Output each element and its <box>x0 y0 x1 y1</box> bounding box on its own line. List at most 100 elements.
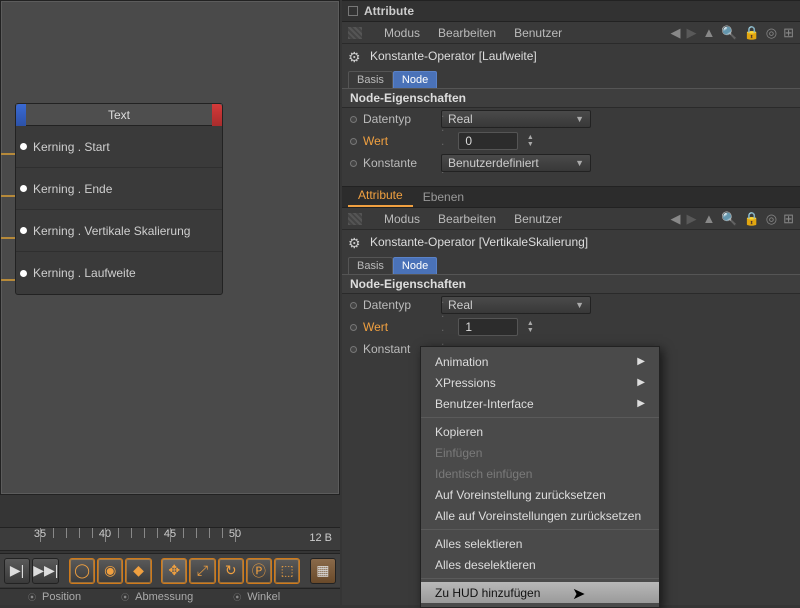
xpresso-viewport[interactable]: Text Kerning . Start Kerning . Ende Kern… <box>0 0 340 495</box>
submenu-arrow-icon: ▶ <box>637 377 645 388</box>
menu-benutzer[interactable]: Benutzer <box>514 212 562 226</box>
tab-ebenen[interactable]: Ebenen <box>413 187 474 207</box>
panel2-object-name: Konstante-Operator [VertikaleSkalierung] <box>370 235 588 249</box>
scale-key-button[interactable]: ⤢ <box>189 558 215 584</box>
lock-icon[interactable]: 🔒 <box>744 211 760 227</box>
chevron-down-icon: ▼ <box>575 158 584 168</box>
port-icon[interactable] <box>20 143 27 150</box>
ctx-reset-default[interactable]: Auf Voreinstellung zurücksetzen <box>421 484 659 505</box>
up-icon[interactable]: ▲ <box>703 25 716 40</box>
tab-node[interactable]: Node <box>393 257 437 274</box>
anim-dot-icon[interactable] <box>350 138 357 145</box>
tab-basis[interactable]: Basis <box>348 71 393 88</box>
target-icon[interactable]: ◎ <box>766 211 777 227</box>
panel1-header[interactable]: Attribute <box>342 0 800 22</box>
move-key-button[interactable]: ✥ <box>161 558 187 584</box>
datentyp-select[interactable]: Real▼ <box>441 296 591 314</box>
ctx-deselect-all[interactable]: Alles deselektieren <box>421 554 659 575</box>
context-menu[interactable]: Animation▶ XPressions▶ Benutzer-Interfac… <box>420 346 660 608</box>
prop-datentyp: Datentyp Real▼ <box>342 108 800 130</box>
prop-label: Datentyp <box>363 298 435 312</box>
stepper-icon[interactable]: ▲▼ <box>524 134 536 148</box>
konstante-select[interactable]: Benutzerdefiniert▼ <box>441 154 591 172</box>
menu-bearbeiten[interactable]: Bearbeiten <box>438 26 496 40</box>
ctx-select-all[interactable]: Alles selektieren <box>421 533 659 554</box>
panel1-object-row: ⚙ Konstante-Operator [Laufweite] <box>342 44 800 68</box>
param-key-button[interactable]: Ⓟ <box>246 558 272 584</box>
ruler-info: 12 B <box>309 532 332 544</box>
ctx-reset-all[interactable]: Alle auf Voreinstellungen zurücksetzen <box>421 505 659 526</box>
lock-icon[interactable]: 🔒 <box>744 25 760 41</box>
new-icon[interactable]: ⊞ <box>783 211 794 227</box>
grip-icon[interactable] <box>348 27 362 39</box>
port-icon[interactable] <box>20 185 27 192</box>
forward-icon[interactable]: ▶ <box>687 25 697 41</box>
wert-input[interactable]: 1 <box>458 318 518 336</box>
panel1-title: Attribute <box>364 4 414 18</box>
node-handle-left[interactable] <box>16 104 26 126</box>
node-port-kerning-ende[interactable]: Kerning . Ende <box>16 168 222 210</box>
keyframe-button[interactable]: ◆ <box>125 558 151 584</box>
anim-dot-icon[interactable] <box>350 116 357 123</box>
tab-basis[interactable]: Basis <box>348 257 393 274</box>
prop-datentyp-2: Datentyp Real▼ <box>342 294 800 316</box>
anim-dot-icon[interactable] <box>350 346 357 353</box>
node-titlebar[interactable]: Text <box>16 104 222 126</box>
submenu-arrow-icon: ▶ <box>637 356 645 367</box>
ctx-separator <box>421 417 659 418</box>
new-icon[interactable]: ⊞ <box>783 25 794 41</box>
render-button[interactable]: ▦ <box>310 558 336 584</box>
node-handle-right[interactable] <box>212 104 222 126</box>
panel2-inner-tabs: Basis Node <box>342 254 800 274</box>
goto-end-button[interactable]: ▶▶| <box>32 558 59 584</box>
ctx-separator <box>421 529 659 530</box>
node-port-kerning-laufweite[interactable]: Kerning . Laufweite <box>16 252 222 294</box>
prop-label: Konstante <box>363 156 435 170</box>
ctx-copy[interactable]: Kopieren <box>421 421 659 442</box>
up-icon[interactable]: ▲ <box>703 211 716 226</box>
ctx-add-to-hud[interactable]: Zu HUD hinzufügen <box>421 582 659 603</box>
back-icon[interactable]: ◀ <box>671 25 681 41</box>
chevron-down-icon: ▼ <box>575 300 584 310</box>
datentyp-select[interactable]: Real▼ <box>441 110 591 128</box>
port-icon[interactable] <box>20 270 27 277</box>
ctx-user-interface[interactable]: Benutzer-Interface▶ <box>421 393 659 414</box>
forward-icon[interactable]: ▶ <box>687 211 697 227</box>
tab-attribute[interactable]: Attribute <box>348 185 413 207</box>
gear-icon: ⚙ <box>348 235 362 249</box>
anim-dot-icon[interactable] <box>350 302 357 309</box>
pla-key-button[interactable]: ⬚ <box>274 558 300 584</box>
record-button[interactable]: ◯ <box>69 558 95 584</box>
menu-modus[interactable]: Modus <box>384 212 420 226</box>
ctx-paste: Einfügen <box>421 442 659 463</box>
search-icon[interactable]: 🔍 <box>721 211 737 227</box>
prop-wert-2: Wert . . . . . 1 ▲▼ <box>342 316 800 338</box>
ctx-animation[interactable]: Animation▶ <box>421 351 659 372</box>
node-port-kerning-vskal[interactable]: Kerning . Vertikale Skalierung <box>16 210 222 252</box>
timeline-ruler[interactable]: 35 40 45 50 12 B <box>0 527 340 551</box>
anim-dot-icon[interactable] <box>350 324 357 331</box>
grip-icon[interactable] <box>348 213 362 225</box>
ctx-xpressions[interactable]: XPressions▶ <box>421 372 659 393</box>
port-icon[interactable] <box>20 227 27 234</box>
next-frame-button[interactable]: ▶| <box>4 558 30 584</box>
menu-benutzer[interactable]: Benutzer <box>514 26 562 40</box>
search-icon[interactable]: 🔍 <box>721 25 737 41</box>
autokey-button[interactable]: ◉ <box>97 558 123 584</box>
tab-node[interactable]: Node <box>393 71 437 88</box>
rotate-key-button[interactable]: ↻ <box>218 558 244 584</box>
node-text[interactable]: Text Kerning . Start Kerning . Ende Kern… <box>15 103 223 295</box>
prop-wert: Wert . . . . . 0 ▲▼ <box>342 130 800 152</box>
ctx-separator <box>421 578 659 579</box>
target-icon[interactable]: ◎ <box>766 25 777 41</box>
menu-bearbeiten[interactable]: Bearbeiten <box>438 212 496 226</box>
wert-input[interactable]: 0 <box>458 132 518 150</box>
back-icon[interactable]: ◀ <box>671 211 681 227</box>
anim-dot-icon[interactable] <box>350 160 357 167</box>
stepper-icon[interactable]: ▲▼ <box>524 320 536 334</box>
menu-modus[interactable]: Modus <box>384 26 420 40</box>
panel-toggle-icon[interactable] <box>348 6 358 16</box>
node-port-kerning-start[interactable]: Kerning . Start <box>16 126 222 168</box>
prop-label: Datentyp <box>363 112 435 126</box>
panel2-section: Node-Eigenschaften <box>342 274 800 294</box>
